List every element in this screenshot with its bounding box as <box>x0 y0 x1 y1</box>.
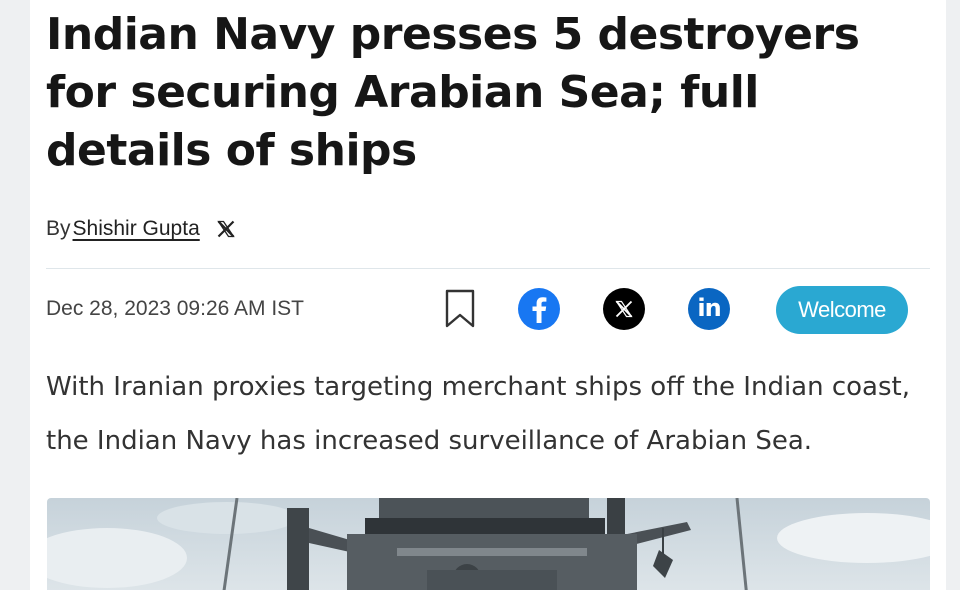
x-share-button[interactable] <box>603 288 645 330</box>
facebook-icon <box>532 297 547 323</box>
article-hero-image[interactable] <box>47 498 930 590</box>
author-x-icon[interactable] <box>216 219 236 239</box>
article-summary: With Iranian proxies targeting merchant … <box>46 372 910 456</box>
x-icon <box>615 300 633 318</box>
author-link[interactable]: Shishir Gupta <box>73 217 200 241</box>
facebook-share-button[interactable] <box>518 288 560 330</box>
byline-prefix: By <box>46 217 71 240</box>
byline: By Shishir Gupta <box>46 215 236 243</box>
publish-date: Dec 28, 2023 09:26 AM IST <box>46 297 304 320</box>
divider <box>46 268 930 269</box>
bookmark-icon[interactable] <box>444 289 476 334</box>
welcome-button[interactable]: Welcome <box>776 286 908 334</box>
article-headline: Indian Navy presses 5 destroyers for sec… <box>46 9 860 176</box>
linkedin-share-button[interactable]: in <box>688 288 730 330</box>
article-card: Indian Navy presses 5 destroyers for sec… <box>30 0 946 590</box>
meta-row: Dec 28, 2023 09:26 AM IST in Welcome <box>46 285 926 335</box>
linkedin-icon: in <box>697 294 721 322</box>
